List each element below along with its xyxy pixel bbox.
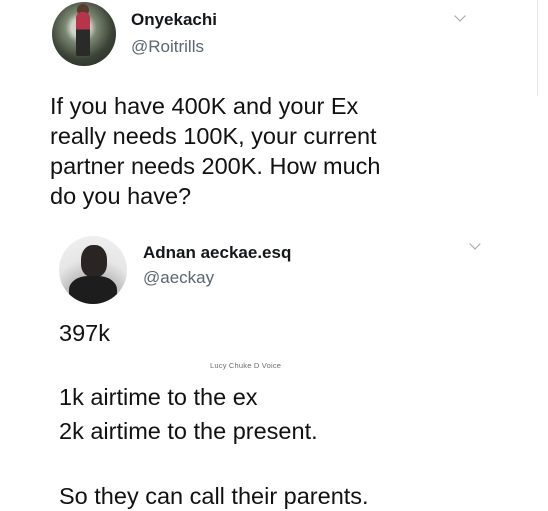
reply-text-line: 1k airtime to the ex <box>59 384 258 410</box>
avatar[interactable] <box>52 2 116 66</box>
avatar-face <box>81 245 107 277</box>
tweet-author-handle[interactable]: @Roitrills <box>131 37 204 57</box>
chevron-down-icon[interactable] <box>454 10 466 22</box>
watermark: Lucy Chuke D Voice <box>210 361 282 370</box>
avatar-figure <box>76 12 90 56</box>
tweet-author-name[interactable]: Onyekachi <box>131 10 217 30</box>
reply-text-line: So they can call their parents. <box>59 483 369 509</box>
chevron-down-icon[interactable] <box>469 238 481 250</box>
avatar-body <box>69 276 117 304</box>
scroll-edge <box>537 0 538 96</box>
reply-author-handle[interactable]: @aeckay <box>143 268 214 288</box>
reply-author-name[interactable]: Adnan aeckae.esq <box>143 243 291 263</box>
reply-text-line: 397k <box>59 320 110 346</box>
avatar[interactable] <box>59 236 127 304</box>
tweet-text: If you have 400K and your Ex really need… <box>50 93 381 209</box>
reply-text-line: 2k airtime to the present. <box>59 418 318 444</box>
